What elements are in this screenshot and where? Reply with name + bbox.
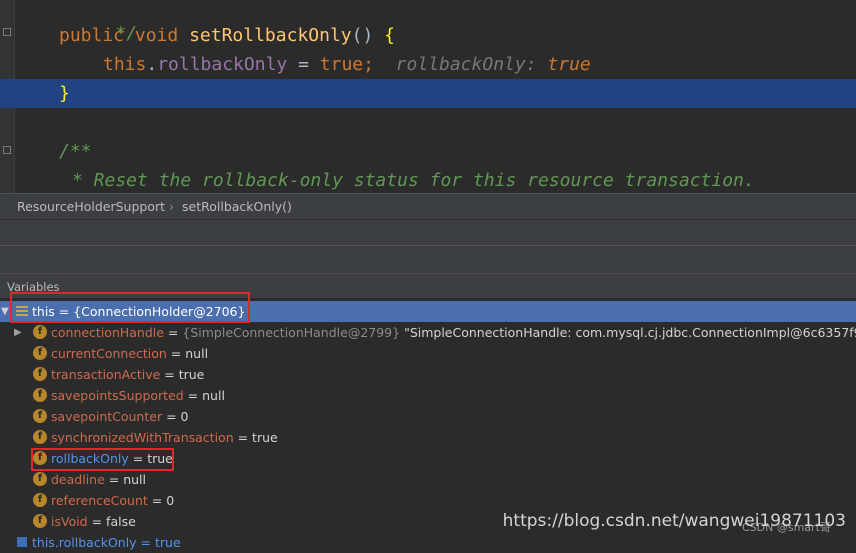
equals: =: [183, 388, 203, 403]
field-type: {SimpleConnectionHandle@2799}: [182, 325, 401, 340]
field-icon: f: [33, 325, 47, 339]
code-editor[interactable]: */ public void setRollbackOnly() { this.…: [0, 0, 856, 193]
tree-row[interactable]: f currentConnection = null: [0, 343, 856, 364]
breadcrumb-method[interactable]: setRollbackOnly(): [182, 199, 292, 214]
semicolon: ;: [363, 54, 374, 75]
equals: =: [87, 514, 107, 529]
keyword: void: [134, 25, 179, 46]
field-value: 0: [166, 493, 175, 508]
inline-debug-hint-value: true: [547, 54, 591, 75]
close-brace: }: [59, 83, 70, 104]
tree-row[interactable]: f savepointCounter = 0: [0, 406, 856, 427]
equals: =: [147, 493, 167, 508]
frames-strip: [0, 245, 856, 274]
dot: .: [146, 54, 158, 75]
watermark-url: https://blog.csdn.net/wangwei19871103: [502, 511, 846, 531]
tree-row[interactable]: f referenceCount = 0: [0, 490, 856, 511]
variables-tree[interactable]: ▼ this = {ConnectionHolder@2706} ▶ f con…: [0, 298, 856, 550]
field-name: rollbackOnly: [157, 54, 288, 75]
keyword: public: [59, 25, 125, 46]
tree-row[interactable]: f deadline = null: [0, 469, 856, 490]
watch-icon: [17, 537, 27, 547]
field-row-content: synchronizedWithTransaction = true: [51, 427, 278, 448]
field-name: connectionHandle: [51, 325, 164, 340]
field-row-content: currentConnection = null: [51, 343, 208, 364]
field-value: 0: [180, 409, 189, 424]
inline-debug-hint: rollbackOnly:: [395, 54, 537, 75]
equals: =: [233, 430, 253, 445]
field-icon: f: [33, 514, 47, 528]
field-name: savepointsSupported: [51, 388, 184, 403]
field-row-content: savepointsSupported = null: [51, 385, 225, 406]
field-value: "SimpleConnectionHandle: com.mysql.cj.jd…: [400, 325, 856, 340]
field-row-content: isVoid = false: [51, 511, 136, 532]
field-name: transactionActive: [51, 367, 161, 382]
field-name: synchronizedWithTransaction: [51, 430, 234, 445]
parens: (): [351, 25, 374, 46]
field-value: true: [178, 367, 205, 382]
field-value: null: [185, 346, 209, 361]
code-line: * Reset the rollback-only status for thi…: [0, 166, 856, 193]
tree-row[interactable]: f transactionActive = true: [0, 364, 856, 385]
field-value: false: [106, 514, 136, 529]
field-value: true: [252, 430, 278, 445]
equals: =: [162, 409, 181, 424]
tree-row-partial[interactable]: this.rollbackOnly = true: [0, 532, 856, 553]
field-icon: f: [33, 472, 47, 486]
tree-row[interactable]: f savepointsSupported = null: [0, 385, 856, 406]
tree-row[interactable]: f synchronizedWithTransaction = true: [0, 427, 856, 448]
equals: =: [104, 472, 124, 487]
field-value: null: [202, 388, 225, 403]
code-line: this.rollbackOnly = true; rollbackOnly: …: [0, 50, 856, 79]
field-icon: f: [33, 388, 47, 402]
breadcrumb: ResourceHolderSupport › setRollbackOnly(…: [0, 193, 856, 219]
field-row-content: savepointCounter = 0: [51, 406, 188, 427]
breadcrumb-separator: ›: [169, 199, 174, 214]
keyword: this: [103, 54, 147, 75]
doc-comment: /**: [59, 141, 92, 162]
field-name: referenceCount: [51, 493, 148, 508]
field-icon: f: [33, 430, 47, 444]
highlight-box: [10, 292, 250, 323]
field-row-content: connectionHandle = {SimpleConnectionHand…: [51, 322, 856, 343]
literal-value: true: [319, 54, 364, 75]
field-row-content: transactionActive = true: [51, 364, 204, 385]
code-line: /**: [0, 137, 856, 166]
tree-row[interactable]: ▶ f connectionHandle = {SimpleConnection…: [0, 322, 856, 343]
execution-line[interactable]: }: [0, 79, 856, 108]
code-line: public void setRollbackOnly() {: [0, 21, 856, 50]
field-icon: f: [33, 409, 47, 423]
open-brace: {: [384, 25, 396, 46]
debug-toolbar: [0, 219, 856, 246]
field-name: isVoid: [51, 514, 88, 529]
field-name: deadline: [51, 472, 105, 487]
field-icon: f: [33, 346, 47, 360]
breadcrumb-class[interactable]: ResourceHolderSupport: [17, 199, 165, 214]
field-icon: f: [33, 367, 47, 381]
equals: =: [163, 325, 183, 340]
field-row-content: deadline = null: [51, 469, 146, 490]
field-value: null: [123, 472, 146, 487]
partial-row-label: this.rollbackOnly = true: [32, 535, 181, 550]
assign-op: =: [287, 54, 320, 75]
collapsed-arrow-icon[interactable]: ▶: [14, 322, 22, 343]
doc-comment: * Reset the rollback-only status for thi…: [72, 170, 755, 191]
highlight-box: [31, 448, 174, 471]
equals: =: [160, 367, 179, 382]
field-name: savepointCounter: [51, 409, 163, 424]
method-name: setRollbackOnly: [189, 25, 352, 46]
equals: =: [166, 346, 186, 361]
field-name: currentConnection: [51, 346, 167, 361]
expanded-arrow-icon[interactable]: ▼: [1, 301, 9, 322]
field-row-content: referenceCount = 0: [51, 490, 174, 511]
code-line: */: [0, 0, 856, 44]
field-icon: f: [33, 493, 47, 507]
